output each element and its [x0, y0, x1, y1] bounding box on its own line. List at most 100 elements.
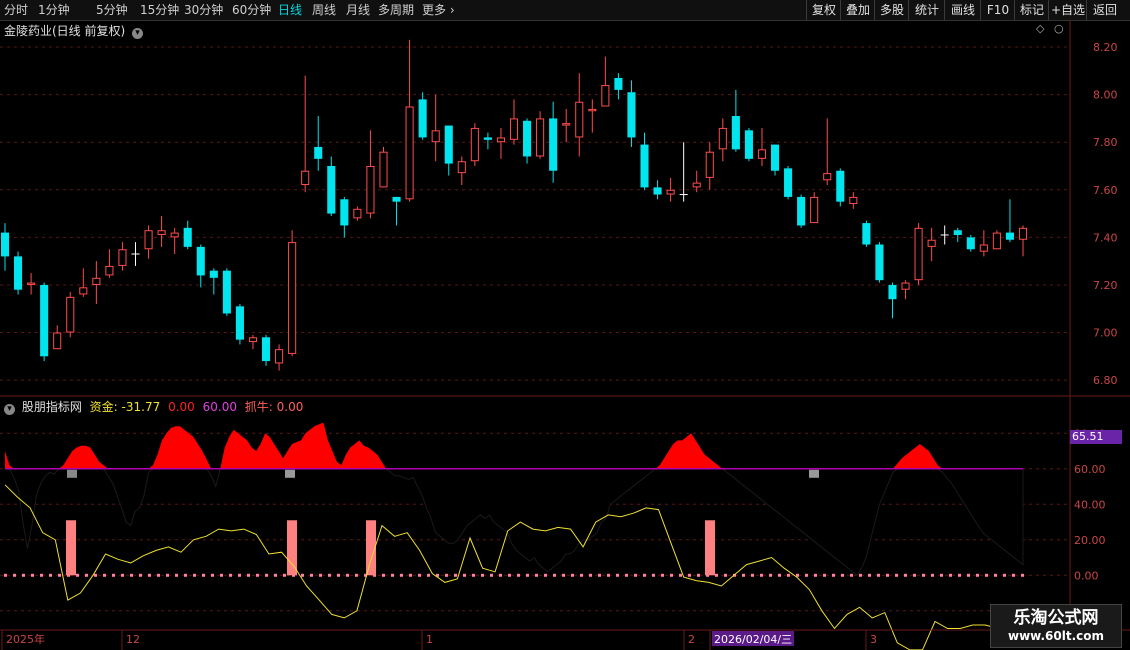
zero-dot: [166, 573, 169, 577]
zhuaniu-value: 0.00: [276, 400, 304, 414]
zero-dot: [13, 573, 16, 577]
period-30min[interactable]: 30分钟: [184, 2, 223, 18]
zero-dot: [895, 573, 898, 577]
zero-dot: [805, 573, 808, 577]
candle-down: [392, 196, 401, 202]
candle-down: [875, 244, 884, 281]
period-multi[interactable]: 多周期: [378, 2, 414, 18]
zero-dot: [670, 573, 673, 577]
period-monthly[interactable]: 月线: [346, 2, 370, 18]
period-60min[interactable]: 60分钟: [232, 2, 271, 18]
zero-dot: [967, 573, 970, 577]
back-button[interactable]: 返回: [1086, 0, 1123, 20]
candle-up: [914, 227, 923, 281]
candle-up: [157, 230, 166, 235]
zero-dot: [508, 573, 511, 577]
candle-up: [927, 239, 936, 247]
zero-dot: [418, 573, 421, 577]
period-daily[interactable]: 日线: [278, 2, 302, 18]
zero-dot: [931, 573, 934, 577]
candle-up: [366, 165, 375, 214]
period-more[interactable]: 更多 ›: [422, 2, 455, 18]
period-5min[interactable]: 5分钟: [96, 2, 128, 18]
candle-down: [523, 120, 532, 157]
zijin-value: -31.77: [121, 400, 161, 414]
period-1min[interactable]: 1分钟: [38, 2, 70, 18]
zero-dot: [391, 573, 394, 577]
candle-down: [888, 284, 897, 300]
zero-dot: [247, 573, 250, 577]
zero-dot: [526, 573, 529, 577]
zero-dot: [229, 573, 232, 577]
huaxian-button[interactable]: 画线: [944, 0, 981, 20]
candle-up: [105, 265, 114, 276]
zero-dot: [688, 573, 691, 577]
candle-up: [666, 189, 675, 195]
candle-up: [536, 118, 545, 157]
f10-button[interactable]: F10: [980, 0, 1015, 20]
zero-dot: [301, 573, 304, 577]
zero-dot: [40, 573, 43, 577]
zero-dot: [715, 573, 718, 577]
indicator-value-1: 0.00: [168, 400, 195, 414]
candle-up: [353, 208, 362, 219]
zero-dot: [283, 573, 286, 577]
zero-dot: [976, 573, 979, 577]
candle-up: [496, 137, 505, 143]
zero-dot: [598, 573, 601, 577]
signal-bar: [705, 520, 715, 576]
chevron-down-circle-icon[interactable]: ▾: [4, 404, 15, 415]
period-15min[interactable]: 15分钟: [140, 2, 179, 18]
indicator-tick-label: 60.00: [1074, 463, 1106, 476]
zero-dot: [346, 573, 349, 577]
indicator-group: [4, 422, 1024, 650]
zero-dot: [913, 573, 916, 577]
zero-dot: [220, 573, 223, 577]
diamond-icon[interactable]: ◇: [1036, 22, 1044, 35]
add-watchlist-button[interactable]: +自选: [1048, 0, 1087, 20]
candle-up: [692, 182, 701, 188]
biaoji-button[interactable]: 标记: [1014, 0, 1049, 20]
candle-up: [705, 151, 714, 178]
marker-square: [67, 469, 77, 478]
zero-dot: [571, 573, 574, 577]
zero-dot: [274, 573, 277, 577]
circle-icon[interactable]: ○: [1054, 22, 1064, 35]
watermark-name: 乐淘公式网: [1013, 608, 1099, 628]
candle-down: [836, 170, 845, 202]
kline-chart[interactable]: 8.208.007.807.607.407.207.006.8080.0060.…: [0, 20, 1130, 650]
zero-dot: [211, 573, 214, 577]
zero-dot: [148, 573, 151, 577]
chevron-down-circle-icon[interactable]: ▾: [132, 28, 144, 39]
zero-dot: [265, 573, 268, 577]
candle-up: [849, 196, 858, 205]
diejia-button[interactable]: 叠加: [840, 0, 875, 20]
candle-down: [627, 92, 636, 138]
zijin-label: 资金:: [89, 400, 118, 414]
zero-dot: [778, 573, 781, 577]
candle-up: [901, 282, 910, 290]
duogu-button[interactable]: 多股: [874, 0, 909, 20]
fuquan-button[interactable]: 复权: [806, 0, 841, 20]
candle-up: [588, 108, 597, 112]
price-grid: [0, 46, 1070, 381]
zero-dot: [562, 573, 565, 577]
zero-dot: [31, 573, 34, 577]
candle-up: [79, 287, 88, 295]
period-weekly[interactable]: 周线: [312, 2, 336, 18]
tongji-button[interactable]: 统计: [908, 0, 945, 20]
zero-dot: [841, 573, 844, 577]
zero-dot: [256, 573, 259, 577]
candle-down: [235, 306, 244, 340]
zero-dot: [643, 573, 646, 577]
fund-area-negative: [5, 468, 1024, 577]
zero-dot: [985, 573, 988, 577]
stock-title: 金陵药业(日线 前复权): [4, 24, 126, 38]
indicator-header: ▾ 股朋指标网 资金: -31.77 0.00 60.00 抓牛: 0.00: [4, 398, 303, 415]
period-fenshi[interactable]: 分时: [4, 2, 28, 18]
candle-down: [953, 230, 962, 235]
zero-dot: [427, 573, 430, 577]
zero-dot: [94, 573, 97, 577]
zhuaniu-label: 抓牛:: [244, 400, 273, 414]
candle-down: [40, 284, 49, 357]
